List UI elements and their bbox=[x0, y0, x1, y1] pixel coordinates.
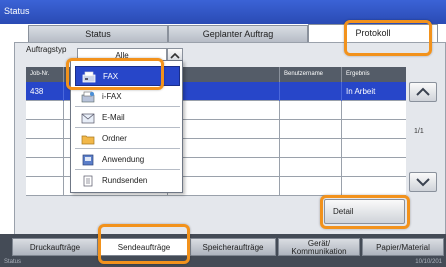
result-cell bbox=[342, 120, 406, 139]
dropdown-item-label: Rundsenden bbox=[102, 176, 148, 185]
scroll-down-button[interactable] bbox=[409, 172, 437, 192]
tab-send-jobs[interactable]: Sendeaufträge bbox=[100, 238, 188, 256]
email-icon bbox=[81, 113, 95, 124]
job-no-cell bbox=[26, 139, 64, 158]
column-job-no: Job-Nr. bbox=[26, 67, 64, 82]
username-cell bbox=[280, 120, 342, 139]
tab-status[interactable]: Status bbox=[28, 25, 168, 42]
result-cell: In Arbeit bbox=[346, 87, 376, 96]
tab-paper-supplies[interactable]: Papier/Material bbox=[362, 238, 444, 256]
footer-status: Status bbox=[4, 259, 22, 265]
job-no-cell bbox=[26, 177, 64, 196]
dropdown-item-label: Ordner bbox=[102, 134, 127, 143]
username-cell bbox=[280, 139, 342, 158]
tab-print-jobs[interactable]: Druckaufträge bbox=[12, 238, 98, 256]
dropdown-item-label: i-FAX bbox=[102, 92, 122, 101]
tab-scheduled-job[interactable]: Geplanter Auftrag bbox=[168, 25, 308, 42]
dropdown-item-fax[interactable]: FAX bbox=[75, 66, 180, 86]
fax-icon bbox=[82, 71, 96, 83]
column-destination: Ziel bbox=[168, 67, 280, 82]
dropdown-item-folder[interactable]: Ordner bbox=[75, 129, 180, 149]
status-screen: Status Status Geplanter Auftrag Protokol… bbox=[0, 0, 446, 267]
result-cell bbox=[342, 139, 406, 158]
dropdown-item-label: Anwendung bbox=[102, 155, 145, 164]
chevron-up-icon bbox=[416, 87, 430, 96]
job-no-cell bbox=[26, 101, 64, 120]
tab-storing-jobs[interactable]: Speicheraufträge bbox=[190, 238, 276, 256]
dropdown-item-label: E-Mail bbox=[102, 113, 125, 122]
username-cell bbox=[280, 177, 342, 196]
dropdown-item-application[interactable]: Anwendung bbox=[75, 150, 180, 170]
tab-device-communication[interactable]: Gerät/ Kommunikation bbox=[278, 238, 360, 256]
username-cell bbox=[280, 101, 342, 120]
dropdown-item-email[interactable]: E-Mail bbox=[75, 108, 180, 128]
job-no-cell: 438 bbox=[26, 82, 64, 101]
destination-cell bbox=[168, 139, 280, 158]
folder-icon bbox=[81, 135, 95, 145]
job-type-label: Auftragstyp bbox=[26, 45, 67, 54]
destination-cell bbox=[168, 177, 280, 196]
destination-cell bbox=[168, 101, 280, 120]
username-cell bbox=[280, 82, 342, 101]
application-icon bbox=[82, 154, 94, 166]
job-no-cell bbox=[26, 158, 64, 177]
username-cell bbox=[280, 158, 342, 177]
destination-cell bbox=[168, 158, 280, 177]
column-username: Benutzername bbox=[280, 67, 342, 82]
result-cell bbox=[342, 101, 406, 120]
footer-date: 10/10/201 bbox=[415, 259, 442, 265]
column-result: Ergebnis bbox=[346, 71, 370, 77]
page-count: 1/1 bbox=[414, 128, 424, 135]
job-no-cell bbox=[26, 120, 64, 139]
dropdown-item-label: FAX bbox=[103, 72, 119, 81]
tab-log[interactable]: Protokoll bbox=[308, 24, 438, 43]
destination-cell bbox=[168, 120, 280, 139]
destination-cell: om bbox=[168, 82, 280, 101]
job-type-dropdown-list: FAX i-FAX E-Mail Ordner Anwendung Rundse… bbox=[70, 60, 183, 193]
window-title: Status bbox=[0, 0, 446, 24]
dropdown-item-ifax[interactable]: i-FAX bbox=[75, 87, 180, 107]
ifax-icon bbox=[81, 91, 95, 103]
chevron-down-icon bbox=[416, 178, 430, 187]
detail-button[interactable]: Detail bbox=[324, 199, 405, 224]
tab-label-line2: Kommunikation bbox=[291, 247, 347, 256]
scroll-up-button[interactable] bbox=[409, 82, 437, 102]
broadcast-icon bbox=[83, 175, 93, 187]
result-cell bbox=[342, 158, 406, 177]
dropdown-item-broadcast[interactable]: Rundsenden bbox=[75, 171, 180, 191]
result-cell bbox=[342, 177, 406, 196]
